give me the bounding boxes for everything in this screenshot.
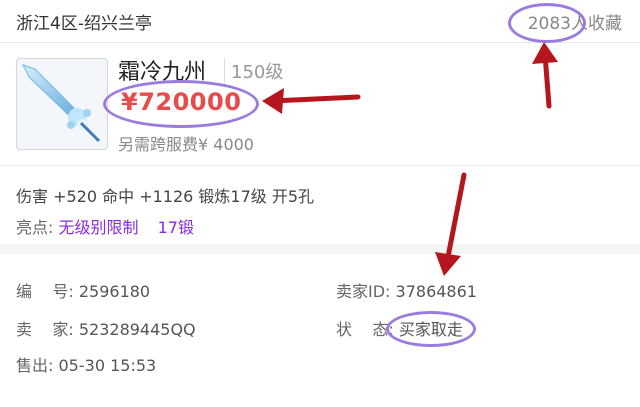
arrow-to-status <box>444 172 467 265</box>
arrow-head-favorites <box>532 42 558 64</box>
arrow-head-status <box>435 252 461 276</box>
arrow-to-price <box>269 94 361 104</box>
arrow-head-price <box>262 88 284 114</box>
annotation-arrows <box>262 42 558 276</box>
